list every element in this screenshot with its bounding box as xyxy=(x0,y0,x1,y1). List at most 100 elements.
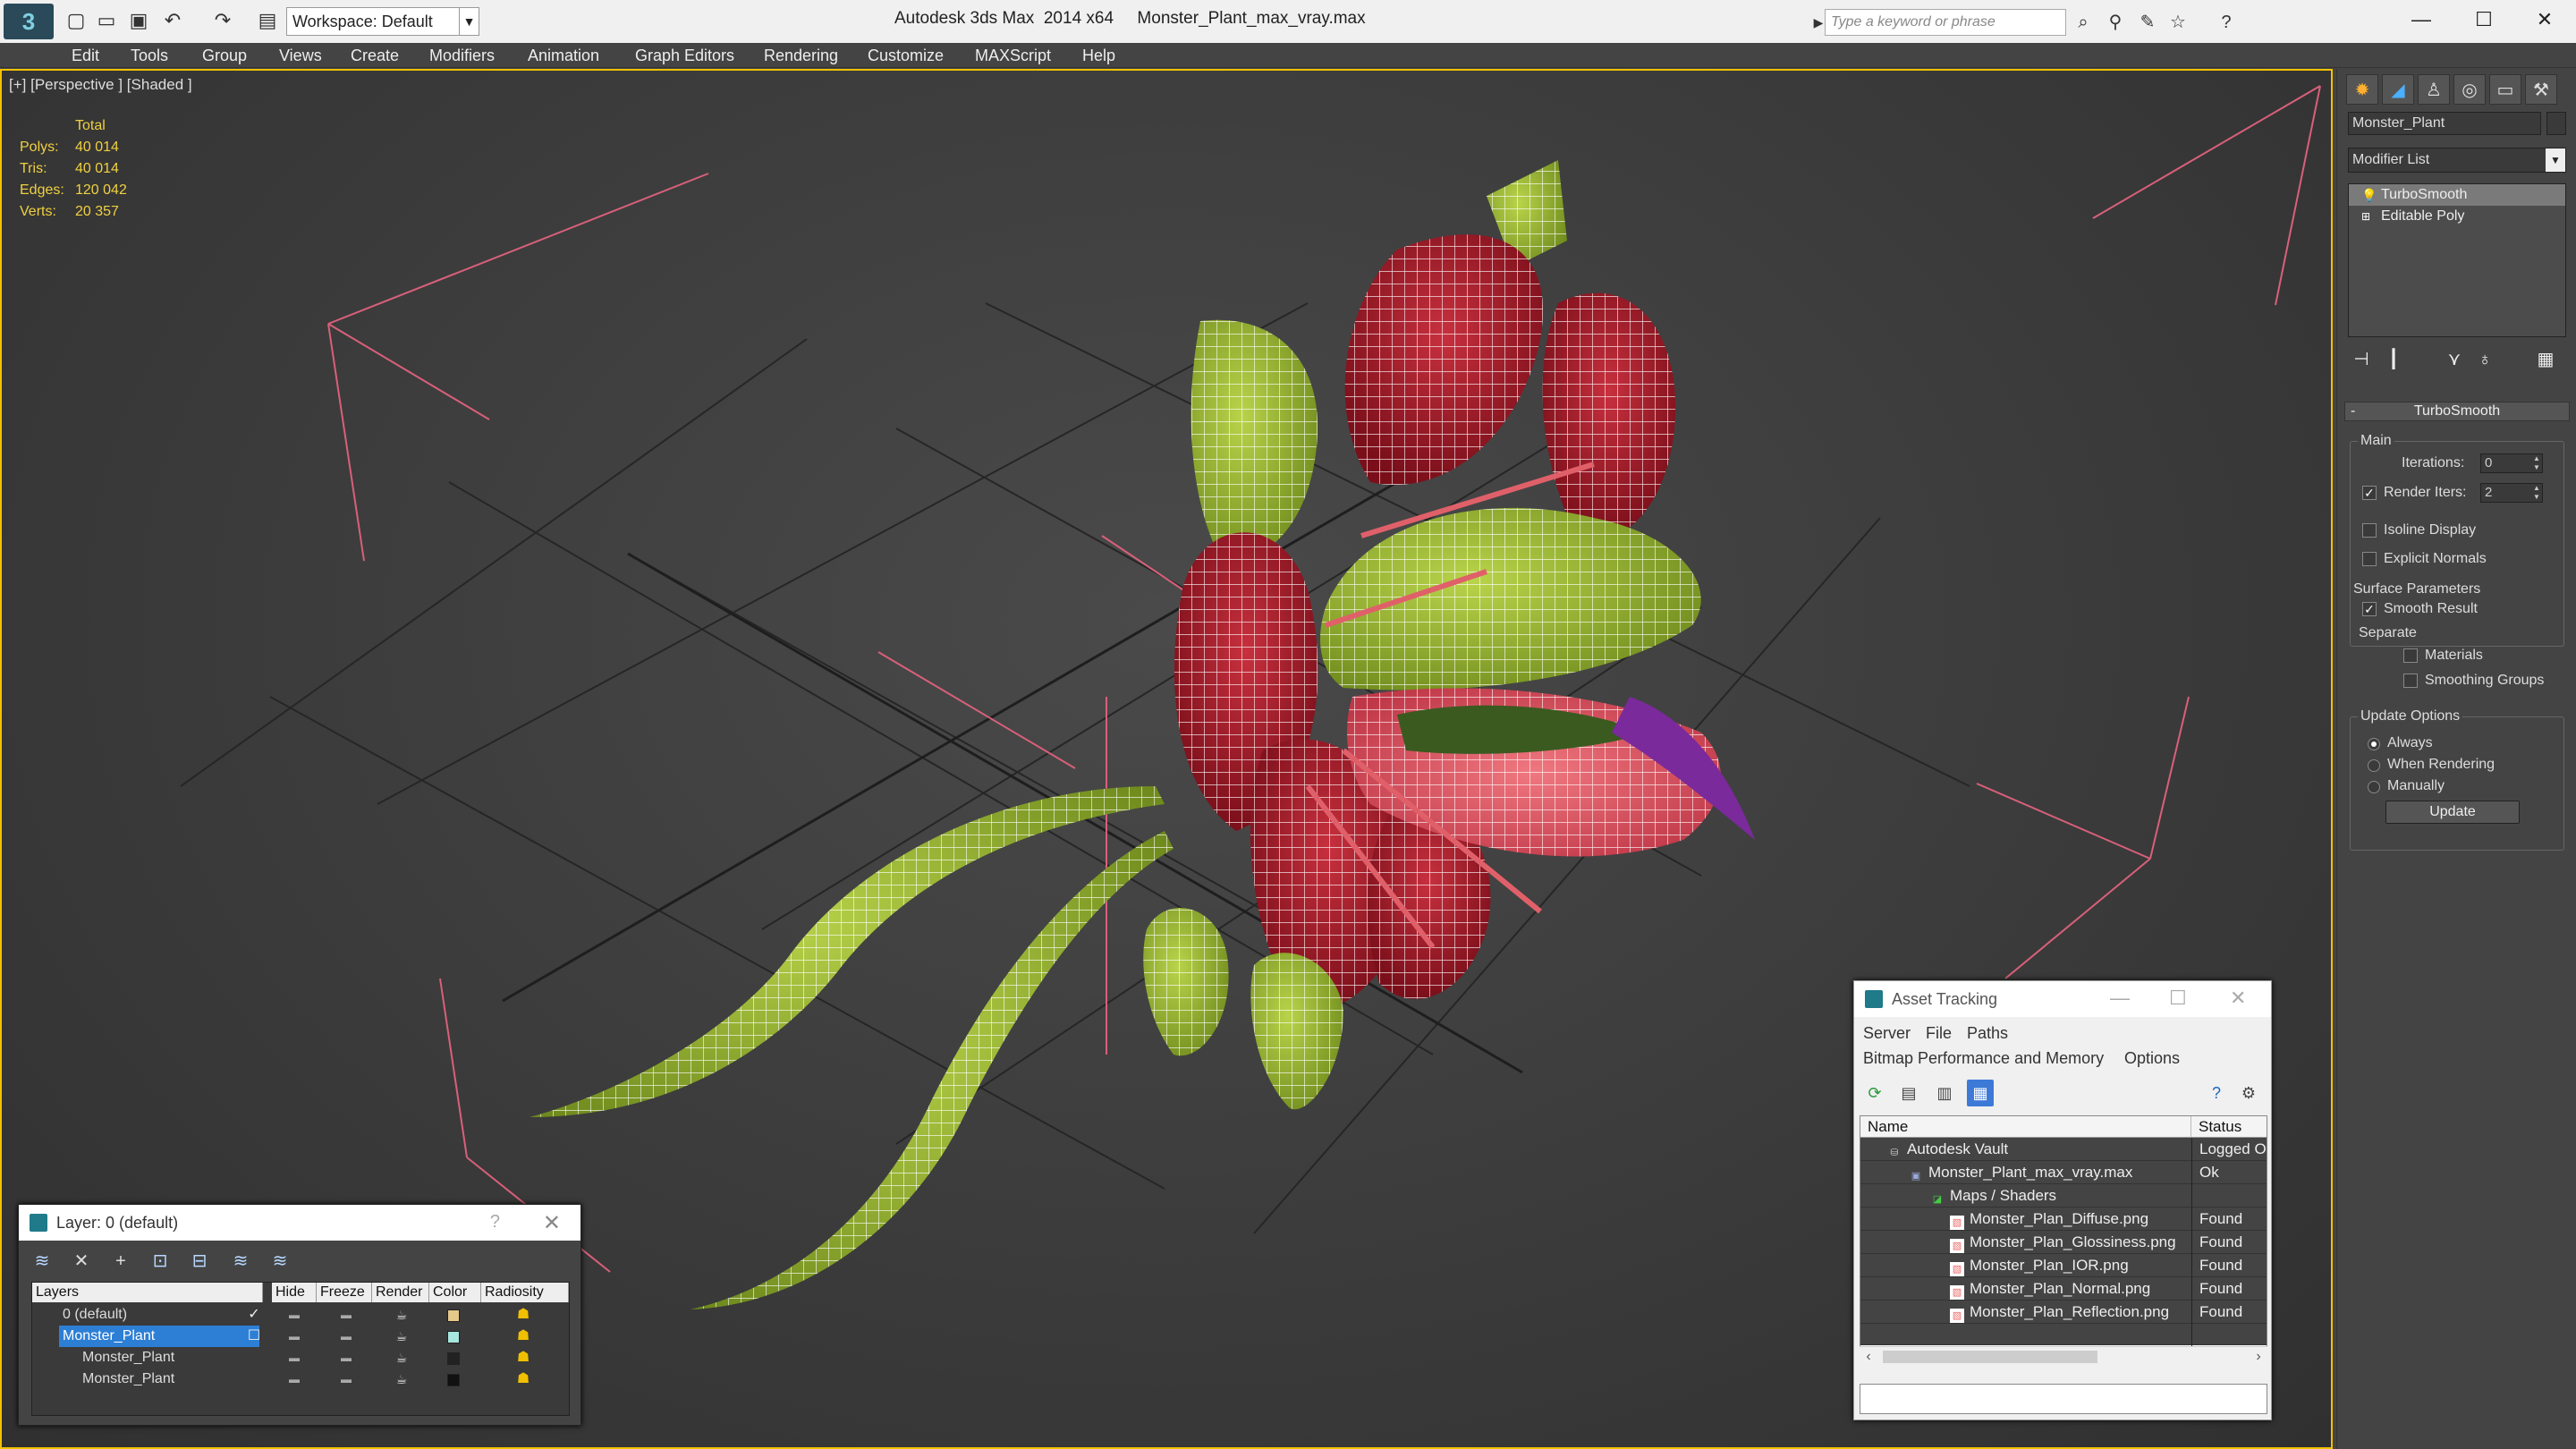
freeze-toggle[interactable]: ▬ xyxy=(333,1304,360,1326)
layer-row[interactable]: Monster_Plant ▬ ▬ ☕ ☗ xyxy=(32,1347,569,1368)
hide-toggle[interactable]: ▬ xyxy=(281,1304,308,1326)
help-icon[interactable]: ? xyxy=(490,1212,500,1233)
asset-row[interactable]: ▧ Monster_Plan_Normal.png Found xyxy=(1860,1277,2267,1301)
open-file-icon[interactable]: ▭ xyxy=(95,9,118,32)
explicit-normals-checkbox[interactable] xyxy=(2362,552,2377,566)
menu-help[interactable]: Help xyxy=(1082,47,1115,65)
isoline-display-checkbox[interactable] xyxy=(2362,523,2377,538)
workspace-dropdown[interactable]: Workspace: Default ▼ xyxy=(286,7,479,36)
render-teapot-icon[interactable]: ☕ xyxy=(388,1304,415,1326)
app-logo-icon[interactable]: 3 xyxy=(4,4,54,39)
freeze-unfreeze-all-icon[interactable]: ≋ xyxy=(266,1248,294,1275)
menu-maxscript[interactable]: MAXScript xyxy=(975,47,1051,65)
create-tab-icon[interactable]: ✹ xyxy=(2346,74,2378,105)
layer-row[interactable]: Monster_Plant ▬ ▬ ☕ ☗ xyxy=(32,1368,569,1390)
freeze-toggle[interactable]: ▬ xyxy=(333,1347,360,1368)
menu-graph-editors[interactable]: Graph Editors xyxy=(635,47,734,65)
layer-dialog-titlebar[interactable]: Layer: 0 (default) ? ✕ xyxy=(19,1205,580,1241)
asset-row[interactable]: ▧ Monster_Plan_Reflection.png Found xyxy=(1860,1301,2267,1324)
update-manually-radio[interactable] xyxy=(2368,781,2380,793)
update-rendering-radio[interactable] xyxy=(2368,759,2380,772)
layer-color-swatch[interactable] xyxy=(447,1331,460,1343)
menu-file[interactable]: File xyxy=(1926,1024,1952,1043)
menu-create[interactable]: Create xyxy=(351,47,399,65)
select-highlighted-icon[interactable]: ⊡ xyxy=(146,1248,174,1275)
col-color[interactable]: Color xyxy=(429,1283,481,1302)
hide-toggle[interactable]: ▬ xyxy=(281,1368,308,1390)
scroll-left-icon[interactable]: ‹ xyxy=(1860,1347,1877,1367)
spinner-arrows-icon[interactable]: ▲ ▼ xyxy=(2531,484,2542,502)
hide-toggle[interactable]: ▬ xyxy=(281,1347,308,1368)
modifier-list-dropdown[interactable]: Modifier List ▼ xyxy=(2348,148,2566,173)
layer-color-swatch[interactable] xyxy=(447,1309,460,1322)
make-unique-icon[interactable]: ⋎ xyxy=(2441,346,2468,373)
binoculars-icon[interactable]: ⌕ xyxy=(2070,9,2097,36)
undo-icon[interactable]: ↶ xyxy=(161,9,184,32)
layer-row[interactable]: Monster_Plant ☐ ▬ ▬ ☕ ☗ xyxy=(32,1326,569,1347)
motion-tab-icon[interactable]: ◎ xyxy=(2453,74,2486,105)
project-folder-icon[interactable]: ▤ xyxy=(256,9,279,32)
object-color-swatch[interactable] xyxy=(447,1352,460,1365)
menu-group[interactable]: Group xyxy=(202,47,247,65)
refresh-icon[interactable]: ⟳ xyxy=(1861,1080,1888,1106)
scrollbar-thumb[interactable] xyxy=(1883,1351,2097,1363)
object-name-field[interactable]: Monster_Plant xyxy=(2348,112,2541,135)
list-view-icon[interactable]: ▤ xyxy=(1895,1080,1922,1106)
freeze-toggle[interactable]: ▬ xyxy=(333,1368,360,1390)
stack-item-editable-poly[interactable]: ⊞ Editable Poly xyxy=(2349,206,2565,227)
hide-unhide-all-icon[interactable]: ≋ xyxy=(226,1248,255,1275)
menu-rendering[interactable]: Rendering xyxy=(764,47,838,65)
display-tab-icon[interactable]: ▭ xyxy=(2489,74,2521,105)
menu-edit[interactable]: Edit xyxy=(72,47,99,65)
stack-item-turbosmooth[interactable]: 💡 TurboSmooth xyxy=(2349,184,2565,206)
menu-paths[interactable]: Paths xyxy=(1967,1024,2008,1043)
table-view-icon[interactable]: ▦ xyxy=(1967,1080,1994,1106)
help-icon[interactable]: ? xyxy=(2213,9,2240,36)
smooth-result-checkbox[interactable]: ✓ xyxy=(2362,602,2377,616)
create-layer-icon[interactable]: ≋ xyxy=(28,1248,56,1275)
remove-modifier-icon[interactable]: ♁ xyxy=(2471,346,2498,373)
communication-icon[interactable]: ✎ xyxy=(2134,9,2161,36)
col-hide[interactable]: Hide xyxy=(272,1283,317,1302)
new-file-icon[interactable]: ▢ xyxy=(64,9,88,32)
radiosity-icon[interactable]: ☗ xyxy=(515,1307,531,1323)
menu-tools[interactable]: Tools xyxy=(131,47,168,65)
asset-horizontal-scrollbar[interactable]: ‹ › xyxy=(1860,1346,2267,1366)
redo-icon[interactable]: ↷ xyxy=(211,9,234,32)
save-file-icon[interactable]: ▣ xyxy=(127,9,150,32)
details-view-icon[interactable]: ▥ xyxy=(1931,1080,1958,1106)
col-render[interactable]: Render xyxy=(372,1283,429,1302)
col-freeze[interactable]: Freeze xyxy=(317,1283,372,1302)
viewport-label[interactable]: [+] [Perspective ] [Shaded ] xyxy=(9,76,192,94)
minimize-button[interactable]: — xyxy=(2390,0,2453,39)
search-input[interactable]: Type a keyword or phrase xyxy=(1825,9,2066,36)
asset-row[interactable]: ◪ Maps / Shaders xyxy=(1860,1184,2267,1208)
menu-bitmap-performance[interactable]: Bitmap Performance and Memory xyxy=(1863,1049,2104,1068)
col-layers[interactable]: Layers xyxy=(32,1283,263,1302)
turbosmooth-rollout-header[interactable]: - TurboSmooth xyxy=(2344,402,2570,421)
asset-row[interactable]: ▧ Monster_Plan_Diffuse.png Found xyxy=(1860,1208,2267,1231)
layer-row[interactable]: 0 (default) ✓ ▬ ▬ ☕ ☗ xyxy=(32,1304,569,1326)
highlight-selected-icon[interactable]: ⊟ xyxy=(185,1248,214,1275)
col-name[interactable]: Name xyxy=(1860,1116,2191,1138)
render-teapot-icon[interactable]: ☕ xyxy=(388,1347,415,1368)
spinner-arrows-icon[interactable]: ▲ ▼ xyxy=(2531,454,2542,472)
scroll-right-icon[interactable]: › xyxy=(2250,1347,2267,1367)
close-icon[interactable]: ✕ xyxy=(543,1210,561,1236)
maximize-button[interactable]: ☐ xyxy=(2453,0,2515,39)
utilities-tab-icon[interactable]: ⚒ xyxy=(2525,74,2557,105)
asset-row[interactable]: ▧ Monster_Plan_Glossiness.png Found xyxy=(1860,1231,2267,1254)
add-to-layer-icon[interactable]: + xyxy=(106,1248,135,1275)
help-icon[interactable]: ? xyxy=(2203,1080,2230,1106)
close-button[interactable]: ✕ xyxy=(2513,0,2576,39)
col-radiosity[interactable]: Radiosity xyxy=(481,1283,569,1302)
menu-views[interactable]: Views xyxy=(279,47,322,65)
minimize-button[interactable]: — xyxy=(2110,987,2130,1010)
radiosity-icon[interactable]: ☗ xyxy=(515,1350,531,1366)
menu-options[interactable]: Options xyxy=(2124,1049,2180,1068)
menu-modifiers[interactable]: Modifiers xyxy=(429,47,495,65)
materials-checkbox[interactable] xyxy=(2403,648,2418,663)
smoothing-groups-checkbox[interactable] xyxy=(2403,674,2418,688)
object-color-swatch[interactable] xyxy=(2546,112,2566,135)
lightbulb-icon[interactable]: 💡 xyxy=(2361,188,2377,202)
